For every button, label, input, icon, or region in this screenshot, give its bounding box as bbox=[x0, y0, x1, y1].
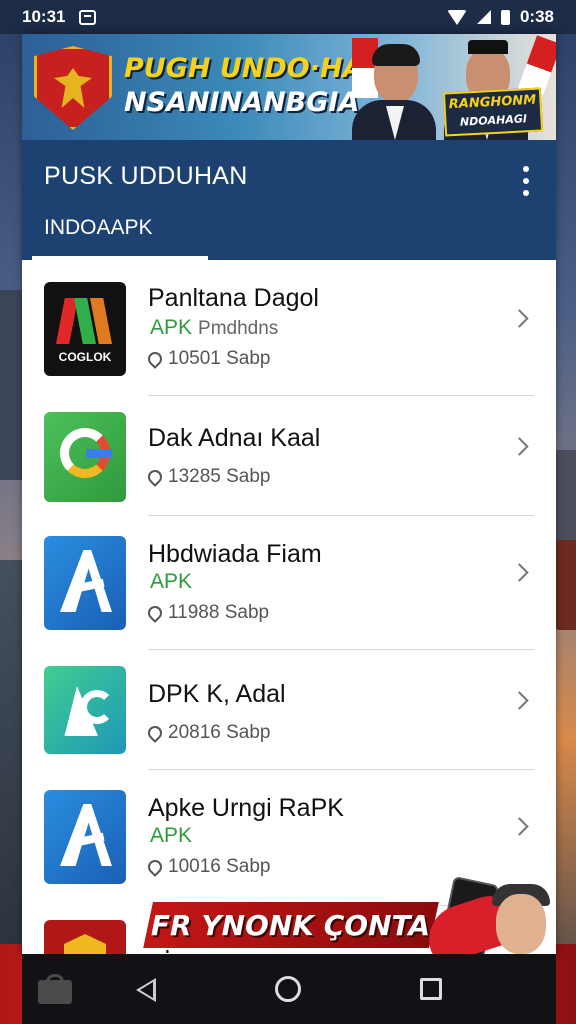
app-name: Dak Adnaı Kaal bbox=[148, 424, 321, 452]
background-car bbox=[554, 540, 576, 630]
status-bar: 10:31 0:38 bbox=[0, 0, 576, 34]
wifi-icon bbox=[446, 9, 467, 25]
more-options-icon[interactable] bbox=[522, 166, 530, 196]
chevron-right-icon bbox=[510, 309, 529, 328]
list-item[interactable]: COGLOK Panltana Dagol APK Pmdhdns 10501 S… bbox=[22, 260, 556, 396]
notification-icon bbox=[79, 9, 97, 25]
promo-text: FR YNONK ÇONTA bbox=[151, 908, 431, 942]
app-meta: 10016 Sabp bbox=[145, 856, 271, 878]
background-building-right bbox=[556, 450, 576, 550]
banner-badge-line-2: NDOAHAGI bbox=[459, 112, 528, 129]
navigation-bar bbox=[22, 954, 556, 1024]
promo-bar: FR YNONK ÇONTA bbox=[140, 900, 442, 950]
app-size: 20816 Sabp bbox=[168, 722, 271, 743]
home-icon[interactable] bbox=[275, 976, 301, 1002]
list-item[interactable]: Hbdwiada Fiam APK 11988 Sabp bbox=[22, 516, 556, 650]
signal-icon bbox=[476, 10, 491, 24]
status-right-text: 0:38 bbox=[519, 7, 554, 26]
app-switcher-icon[interactable] bbox=[38, 974, 72, 1004]
app-meta: 10501 Sabp bbox=[145, 348, 271, 370]
chevron-right-icon bbox=[510, 817, 529, 836]
apk-tag: APK bbox=[150, 316, 193, 339]
app-tag: APK Pmdhdns bbox=[150, 316, 278, 340]
app-name: Apke Urngi RaPK bbox=[148, 794, 344, 822]
app-size: 11988 Sabp bbox=[168, 602, 270, 623]
location-pin-icon bbox=[145, 723, 165, 743]
banner-person-1 bbox=[348, 40, 440, 140]
app-tag: APK bbox=[150, 824, 192, 848]
app-meta: 13285 Sabp bbox=[145, 466, 271, 488]
banner-line-2: NSANINANBGIA bbox=[124, 87, 360, 118]
promo-banner[interactable]: PUGH UNDO·HAN NSANINANBGIA RANGHONM NDOA… bbox=[22, 34, 556, 140]
app-meta: 20816 Sabp bbox=[145, 722, 271, 744]
app-icon: COGLOK bbox=[44, 282, 126, 376]
location-pin-icon bbox=[145, 467, 165, 487]
chevron-right-icon bbox=[510, 563, 529, 582]
location-pin-icon bbox=[145, 603, 165, 623]
list-item[interactable]: Dak Adnaı Kaal 13285 Sabp bbox=[22, 396, 556, 516]
list-item[interactable]: DPK K, Adal 20816 Sabp bbox=[22, 650, 556, 770]
app-tag: APK bbox=[150, 570, 192, 594]
recent-apps-icon[interactable] bbox=[420, 978, 442, 1000]
back-icon[interactable] bbox=[136, 978, 156, 1002]
banner-text: PUGH UNDO·HAN NSANINANBGIA bbox=[124, 52, 386, 120]
chevron-right-icon bbox=[510, 691, 529, 710]
app-icon bbox=[44, 536, 126, 630]
app-size: 13285 Sabp bbox=[168, 466, 271, 487]
background-road bbox=[0, 560, 24, 960]
app-icon bbox=[44, 412, 126, 502]
app-tag-extra: Pmdhdns bbox=[198, 318, 279, 339]
app-icon bbox=[44, 790, 126, 884]
banner-badge: RANGHONM NDOAHAGI bbox=[442, 87, 544, 137]
app-name: DPK K, Adal bbox=[148, 680, 286, 708]
apk-tag: APK bbox=[150, 824, 193, 847]
app-icon bbox=[44, 920, 126, 954]
app-icon-label: COGLOK bbox=[58, 350, 112, 364]
status-time: 10:31 bbox=[22, 7, 66, 26]
app-header: PUSK UDDUHAN INDOAAPK bbox=[22, 140, 556, 260]
chevron-right-icon bbox=[510, 437, 529, 456]
app-name: Hbdwiada Fiam bbox=[148, 540, 322, 568]
person-image bbox=[496, 894, 546, 954]
page-title: PUSK UDDUHAN bbox=[44, 162, 248, 190]
tab-indoaapk[interactable]: INDOAAPK bbox=[44, 216, 153, 240]
app-size: 10501 Sabp bbox=[168, 348, 271, 369]
battery-icon bbox=[500, 9, 510, 25]
app-size: 10016 Sabp bbox=[168, 856, 271, 877]
app-window: PUGH UNDO·HAN NSANINANBGIA RANGHONM NDOA… bbox=[22, 34, 556, 954]
background-building-left bbox=[0, 290, 22, 480]
promo-overlay[interactable]: FR YNONK ÇONTA bbox=[140, 876, 556, 967]
apk-tag: APK bbox=[150, 570, 193, 593]
banner-line-1: PUGH UNDO·HAN bbox=[124, 53, 387, 84]
app-list: COGLOK Panltana Dagol APK Pmdhdns 10501 S… bbox=[22, 260, 556, 954]
garuda-emblem-icon bbox=[34, 46, 112, 130]
location-pin-icon bbox=[145, 857, 165, 877]
location-pin-icon bbox=[145, 349, 165, 369]
app-meta: 11988 Sabp bbox=[145, 602, 270, 624]
app-name: Panltana Dagol bbox=[148, 284, 319, 312]
app-icon bbox=[44, 666, 126, 754]
